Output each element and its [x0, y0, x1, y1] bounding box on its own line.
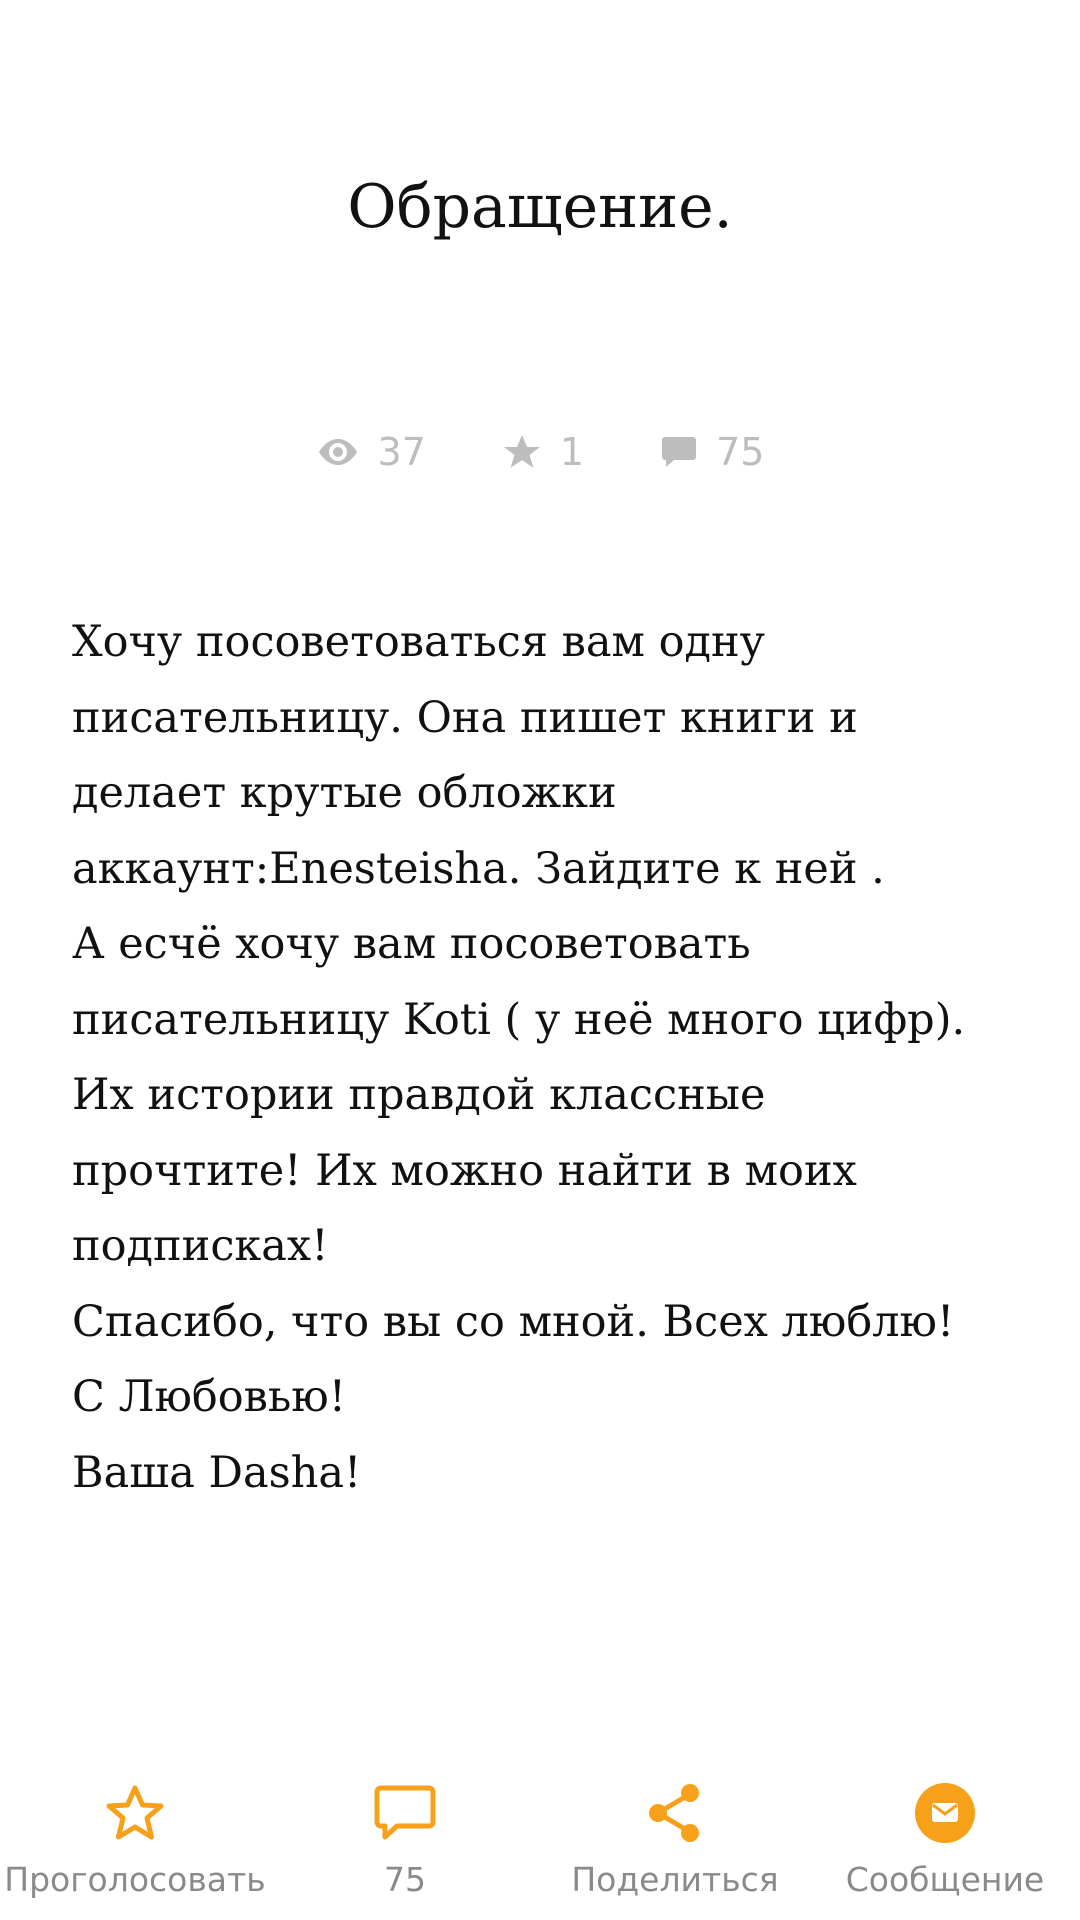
star-icon	[502, 433, 542, 471]
eye-icon	[316, 437, 360, 467]
story-text: Хочу посоветоваться вам одну писательниц…	[72, 605, 972, 1511]
share-button[interactable]: Поделиться	[540, 1780, 810, 1920]
vote-button[interactable]: Проголосовать	[0, 1780, 270, 1920]
bottom-action-bar: Проголосовать 75 Поделиться Сообщение	[0, 1780, 1080, 1920]
message-label: Сообщение	[845, 1860, 1045, 1899]
comments-stat: 75	[660, 430, 764, 474]
comment-icon	[660, 434, 698, 470]
views-count: 37	[377, 430, 426, 474]
story-paragraph: Спасибо, что вы со мной. Всех люблю!	[72, 1296, 955, 1347]
story-title: Обращение.	[347, 172, 733, 242]
comment-outline-icon	[373, 1784, 437, 1846]
views-stat: 37	[316, 430, 426, 474]
vote-label: Проголосовать	[4, 1860, 266, 1899]
story-paragraph: А есчё хочу вам посоветовать писательниц…	[72, 919, 979, 1271]
comments-button[interactable]: 75	[270, 1780, 540, 1920]
votes-stat: 1	[502, 430, 584, 474]
story-paragraph: С Любовью!	[72, 1372, 346, 1422]
comments-button-count: 75	[384, 1860, 426, 1899]
mail-circle-icon	[914, 1782, 976, 1848]
share-label: Поделиться	[571, 1860, 779, 1899]
story-paragraph: Ваша Dasha!	[72, 1447, 362, 1498]
story-stats: 37 1 75	[0, 430, 1080, 474]
story-paragraph: Хочу посоветоваться вам одну писательниц…	[72, 617, 885, 894]
share-icon	[644, 1782, 706, 1848]
message-button[interactable]: Сообщение	[810, 1780, 1080, 1920]
votes-count: 1	[559, 430, 585, 474]
comments-count: 75	[716, 430, 765, 474]
star-outline-icon	[104, 1783, 166, 1847]
